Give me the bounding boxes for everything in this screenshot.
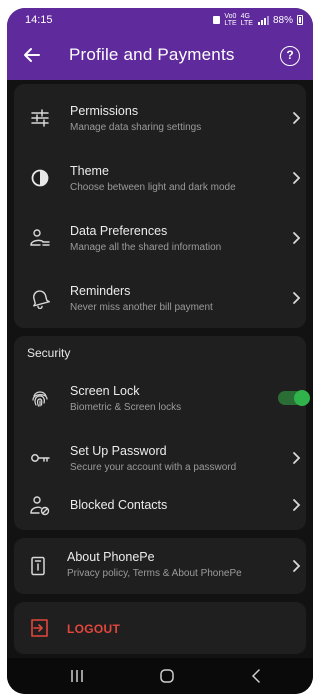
settings-item-subtitle: Never miss another bill payment xyxy=(70,302,213,313)
settings-item-title: Theme xyxy=(70,164,109,178)
chevron-right-icon xyxy=(293,560,301,572)
chevron-right-icon xyxy=(293,452,301,464)
bell-icon xyxy=(33,290,50,309)
settings-item-permissions[interactable]: Permissions Manage data sharing settings xyxy=(14,88,306,148)
status-bar: 14:15 Vo0 LTE 4G LTE 88% xyxy=(7,8,313,32)
user-blocked-icon xyxy=(30,496,50,516)
network-label: Vo0 LTE xyxy=(224,13,237,27)
page-title: Profile and Payments xyxy=(69,45,235,64)
settings-item-subtitle: Manage data sharing settings xyxy=(70,122,202,133)
toggle-knob xyxy=(294,390,310,406)
security-item-title: Set Up Password xyxy=(70,444,167,458)
about-subtitle: Privacy policy, Terms & About PhonePe xyxy=(67,568,242,579)
half-circle-icon xyxy=(31,169,49,187)
security-item-title: Screen Lock xyxy=(70,384,140,398)
chevron-right-icon xyxy=(293,172,301,184)
chevron-right-icon xyxy=(293,232,301,244)
status-time: 14:15 xyxy=(25,14,53,26)
home-icon[interactable] xyxy=(155,666,179,686)
section-heading: Security xyxy=(27,346,71,360)
logout-icon xyxy=(31,619,48,637)
about-card[interactable]: About PhonePe Privacy policy, Terms & Ab… xyxy=(14,538,306,594)
security-item-screen-lock[interactable]: Screen Lock Biometric & Screen locks xyxy=(14,368,310,428)
settings-item-reminders[interactable]: Reminders Never miss another bill paymen… xyxy=(14,268,306,328)
security-item-subtitle: Secure your account with a password xyxy=(70,462,237,473)
info-device-icon xyxy=(31,556,45,576)
security-item-title: Blocked Contacts xyxy=(70,498,168,512)
arrow-left-icon[interactable] xyxy=(19,42,45,68)
settings-item-subtitle: Choose between light and dark mode xyxy=(70,182,236,193)
key-icon xyxy=(31,454,50,462)
about-title: About PhonePe xyxy=(67,550,155,564)
lock-status-icon xyxy=(213,16,221,24)
recents-icon[interactable] xyxy=(65,666,89,686)
question-circle-icon[interactable]: ? xyxy=(280,46,300,66)
signal-bars-icon xyxy=(257,16,269,25)
screen-lock-toggle[interactable] xyxy=(278,390,310,406)
nav-back-icon[interactable] xyxy=(245,666,269,686)
user-list-icon xyxy=(30,229,50,246)
security-item-subtitle: Biometric & Screen locks xyxy=(70,402,182,413)
settings-item-title: Reminders xyxy=(70,284,131,298)
logout-label: LOGOUT xyxy=(67,622,121,636)
chevron-right-icon xyxy=(293,499,301,511)
settings-item-data-preferences[interactable]: Data Preferences Manage all the shared i… xyxy=(14,208,306,268)
settings-item-theme[interactable]: Theme Choose between light and dark mode xyxy=(14,148,306,208)
security-item-blocked-contacts[interactable]: Blocked Contacts xyxy=(14,484,306,528)
system-nav-bar xyxy=(7,658,313,694)
chevron-right-icon xyxy=(293,292,301,304)
status-indicators: Vo0 LTE 4G LTE 88% xyxy=(213,13,303,27)
settings-item-title: Permissions xyxy=(70,104,139,118)
battery-percent: 88% xyxy=(272,14,293,26)
phone-screen: 14:15 Vo0 LTE 4G LTE 88% Profile and Pay… xyxy=(7,8,313,694)
settings-card: Permissions Manage data sharing settings… xyxy=(14,84,306,328)
fingerprint-icon xyxy=(32,391,48,407)
sliders-icon xyxy=(31,109,49,127)
settings-item-subtitle: Manage all the shared information xyxy=(70,242,222,253)
app-bar: Profile and Payments ? xyxy=(7,32,313,80)
settings-item-title: Data Preferences xyxy=(70,224,168,238)
battery-icon xyxy=(297,15,303,25)
security-card: Security Screen Lock Biometric & Screen … xyxy=(14,336,310,530)
security-item-set-up-password[interactable]: Set Up Password Secure your account with… xyxy=(14,428,306,488)
signal-label: 4G LTE xyxy=(240,13,253,27)
chevron-right-icon xyxy=(293,112,301,124)
logout-button[interactable]: LOGOUT xyxy=(14,602,306,654)
